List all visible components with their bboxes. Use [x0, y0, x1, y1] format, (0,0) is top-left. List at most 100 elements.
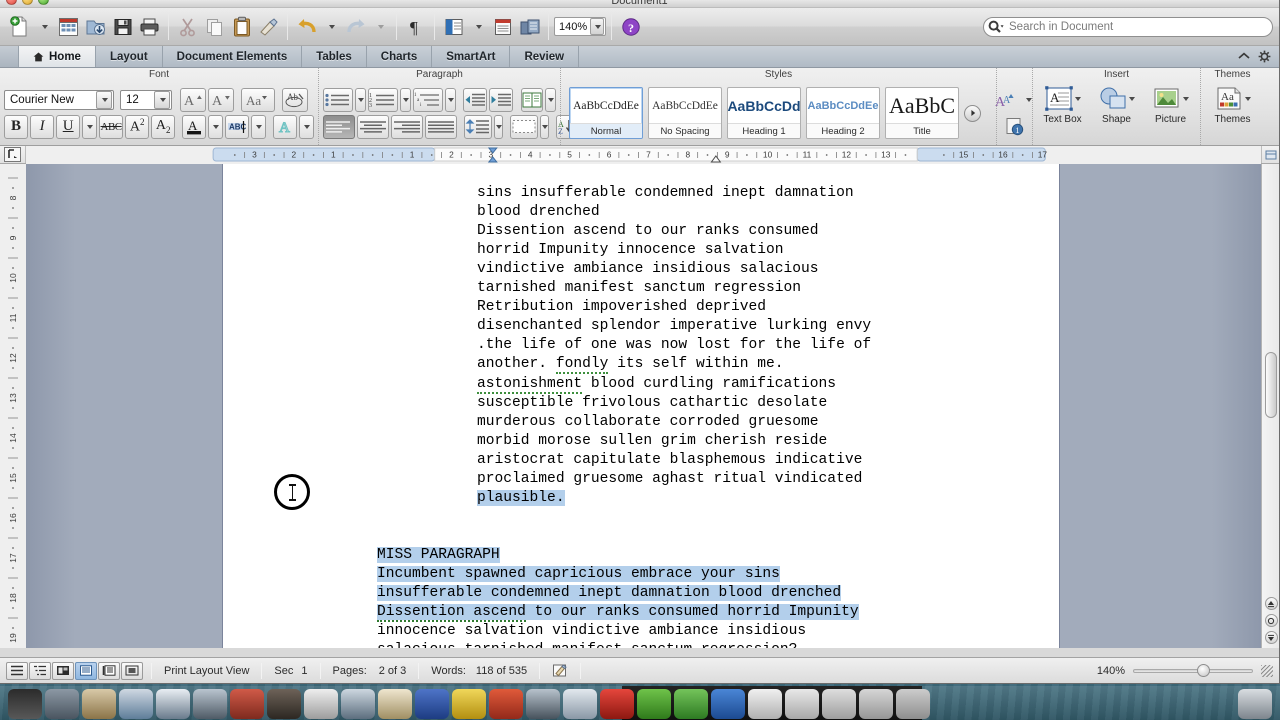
italic-button[interactable]: I — [30, 115, 54, 139]
bold-button[interactable]: B — [4, 115, 28, 139]
decrease-indent-button[interactable] — [463, 88, 487, 112]
superscript-button[interactable]: A2 — [125, 115, 149, 139]
ruler-end-marker[interactable] — [1261, 146, 1279, 163]
toolbox-button[interactable] — [516, 13, 543, 40]
zoom-level-dropdown-arrow[interactable] — [590, 18, 604, 35]
selected-text[interactable]: Incumbent spawned capricious embrace you… — [377, 566, 780, 582]
dock-icon[interactable] — [193, 689, 227, 719]
numbered-list-button[interactable]: 123 — [368, 88, 398, 112]
paste-button[interactable] — [228, 13, 255, 40]
dock-icon[interactable] — [896, 689, 930, 719]
sidebar-button[interactable] — [440, 13, 467, 40]
print-layout-view-button[interactable] — [75, 662, 97, 680]
dock-icon[interactable] — [526, 689, 560, 719]
close-button[interactable] — [6, 0, 17, 5]
style-no-spacing[interactable]: AaBbCcDdEe No Spacing — [648, 87, 722, 139]
collapse-ribbon-icon[interactable] — [1238, 52, 1250, 61]
text-highlight-button[interactable]: ABC — [225, 115, 249, 139]
font-size-combobox[interactable]: 12 — [120, 90, 172, 110]
font-color-button[interactable]: A — [182, 115, 206, 139]
undo-dropdown[interactable] — [320, 13, 342, 40]
dock-icon[interactable] — [748, 689, 782, 719]
text-effects-button[interactable]: A — [273, 115, 297, 139]
columns-dropdown[interactable] — [545, 88, 556, 112]
dock-icon[interactable] — [82, 689, 116, 719]
insert-text-box[interactable]: A Text Box — [1037, 85, 1088, 125]
document-page[interactable]: sins insufferable condemned inept damnat… — [223, 164, 1059, 648]
show-formatting-marks-button[interactable]: ¶ — [402, 13, 429, 40]
zoom-level-combobox[interactable]: 140% — [554, 17, 606, 36]
font-name-dropdown-arrow[interactable] — [96, 91, 112, 109]
misspelled-word[interactable]: fondly — [556, 356, 609, 374]
vertical-scrollbar[interactable] — [1261, 164, 1279, 648]
shape-dropdown[interactable] — [1129, 97, 1135, 101]
window-controls[interactable] — [6, 0, 49, 5]
zoom-slider-knob[interactable] — [1197, 664, 1210, 677]
dock-icon[interactable] — [156, 689, 190, 719]
dock-icon[interactable] — [489, 689, 523, 719]
horizontal-ruler[interactable]: 321 123 456 789 101112 13151617 — [0, 146, 1279, 164]
minimize-button[interactable] — [22, 0, 33, 5]
undo-button[interactable] — [293, 13, 320, 40]
full-screen-view-button[interactable] — [121, 662, 143, 680]
style-title[interactable]: AaBbC Title — [885, 87, 959, 139]
dock-icon-trash[interactable] — [1238, 689, 1272, 719]
tab-layout[interactable]: Layout — [96, 46, 163, 67]
dock-icon[interactable] — [711, 689, 745, 719]
track-changes-icon[interactable] — [544, 663, 576, 678]
bulleted-list-button[interactable] — [323, 88, 353, 112]
dock-icon[interactable] — [119, 689, 153, 719]
dock-icon[interactable] — [859, 689, 893, 719]
dock-icon[interactable] — [637, 689, 671, 719]
text-highlight-dropdown[interactable] — [251, 115, 266, 139]
dock-icon[interactable] — [674, 689, 708, 719]
help-button[interactable]: ? — [617, 13, 644, 40]
dock-icon[interactable] — [822, 689, 856, 719]
columns-button[interactable] — [521, 88, 543, 112]
dock-icon[interactable] — [8, 689, 42, 719]
open-button[interactable] — [82, 13, 109, 40]
format-painter-button[interactable] — [255, 13, 282, 40]
scrollbar-thumb[interactable] — [1265, 352, 1277, 418]
gear-icon[interactable] — [1258, 50, 1271, 63]
dock-icon[interactable] — [45, 689, 79, 719]
previous-page-button[interactable] — [1265, 597, 1278, 610]
highlight-button[interactable]: Ab — [282, 88, 308, 112]
dock-icon[interactable] — [378, 689, 412, 719]
outline-view-button[interactable] — [29, 662, 51, 680]
multilevel-list-button[interactable]: 1ai — [413, 88, 443, 112]
dock-icon[interactable] — [415, 689, 449, 719]
selected-text[interactable]: insufferable condemned inept damnation b… — [377, 585, 841, 601]
underline-button[interactable]: U — [56, 115, 80, 139]
tab-review[interactable]: Review — [510, 46, 579, 67]
text-effects-dropdown[interactable] — [299, 115, 314, 139]
bulleted-list-dropdown[interactable] — [355, 88, 366, 112]
align-center-button[interactable] — [357, 115, 389, 139]
grow-font-button[interactable]: A — [180, 88, 206, 112]
style-normal[interactable]: AaBbCcDdEe Normal — [569, 87, 643, 139]
font-color-dropdown[interactable] — [208, 115, 223, 139]
tab-stop-selector[interactable] — [0, 146, 26, 163]
page-number-button[interactable]: 1 — [1002, 114, 1028, 138]
notebook-layout-view-button[interactable] — [98, 662, 120, 680]
window-titlebar[interactable]: Document1 — [0, 0, 1279, 8]
vertical-ruler[interactable]: 8 9 10 11 12 13 14 15 16 17 18 19 — [0, 164, 26, 648]
insert-themes[interactable]: Aa Themes — [1207, 85, 1259, 125]
sidebar-dropdown[interactable] — [467, 13, 489, 40]
insert-shape[interactable]: Shape — [1091, 85, 1142, 125]
search-box[interactable]: Search in Document — [983, 17, 1273, 37]
font-size-dropdown-arrow[interactable] — [154, 91, 170, 109]
align-left-button[interactable] — [323, 115, 355, 139]
shading-dropdown[interactable] — [540, 115, 549, 139]
style-heading-2[interactable]: AaBbCcDdEe Heading 2 — [806, 87, 880, 139]
dock[interactable] — [0, 686, 1280, 720]
justify-button[interactable] — [425, 115, 457, 139]
save-button[interactable] — [109, 13, 136, 40]
publishing-layout-view-button[interactable] — [52, 662, 74, 680]
misspelled-word[interactable]: astonishment — [477, 376, 582, 394]
style-heading-1[interactable]: AaBbCcDd Heading 1 — [727, 87, 801, 139]
dock-icon[interactable] — [304, 689, 338, 719]
print-button[interactable] — [136, 13, 163, 40]
align-right-button[interactable] — [391, 115, 423, 139]
picture-dropdown[interactable] — [1183, 97, 1189, 101]
